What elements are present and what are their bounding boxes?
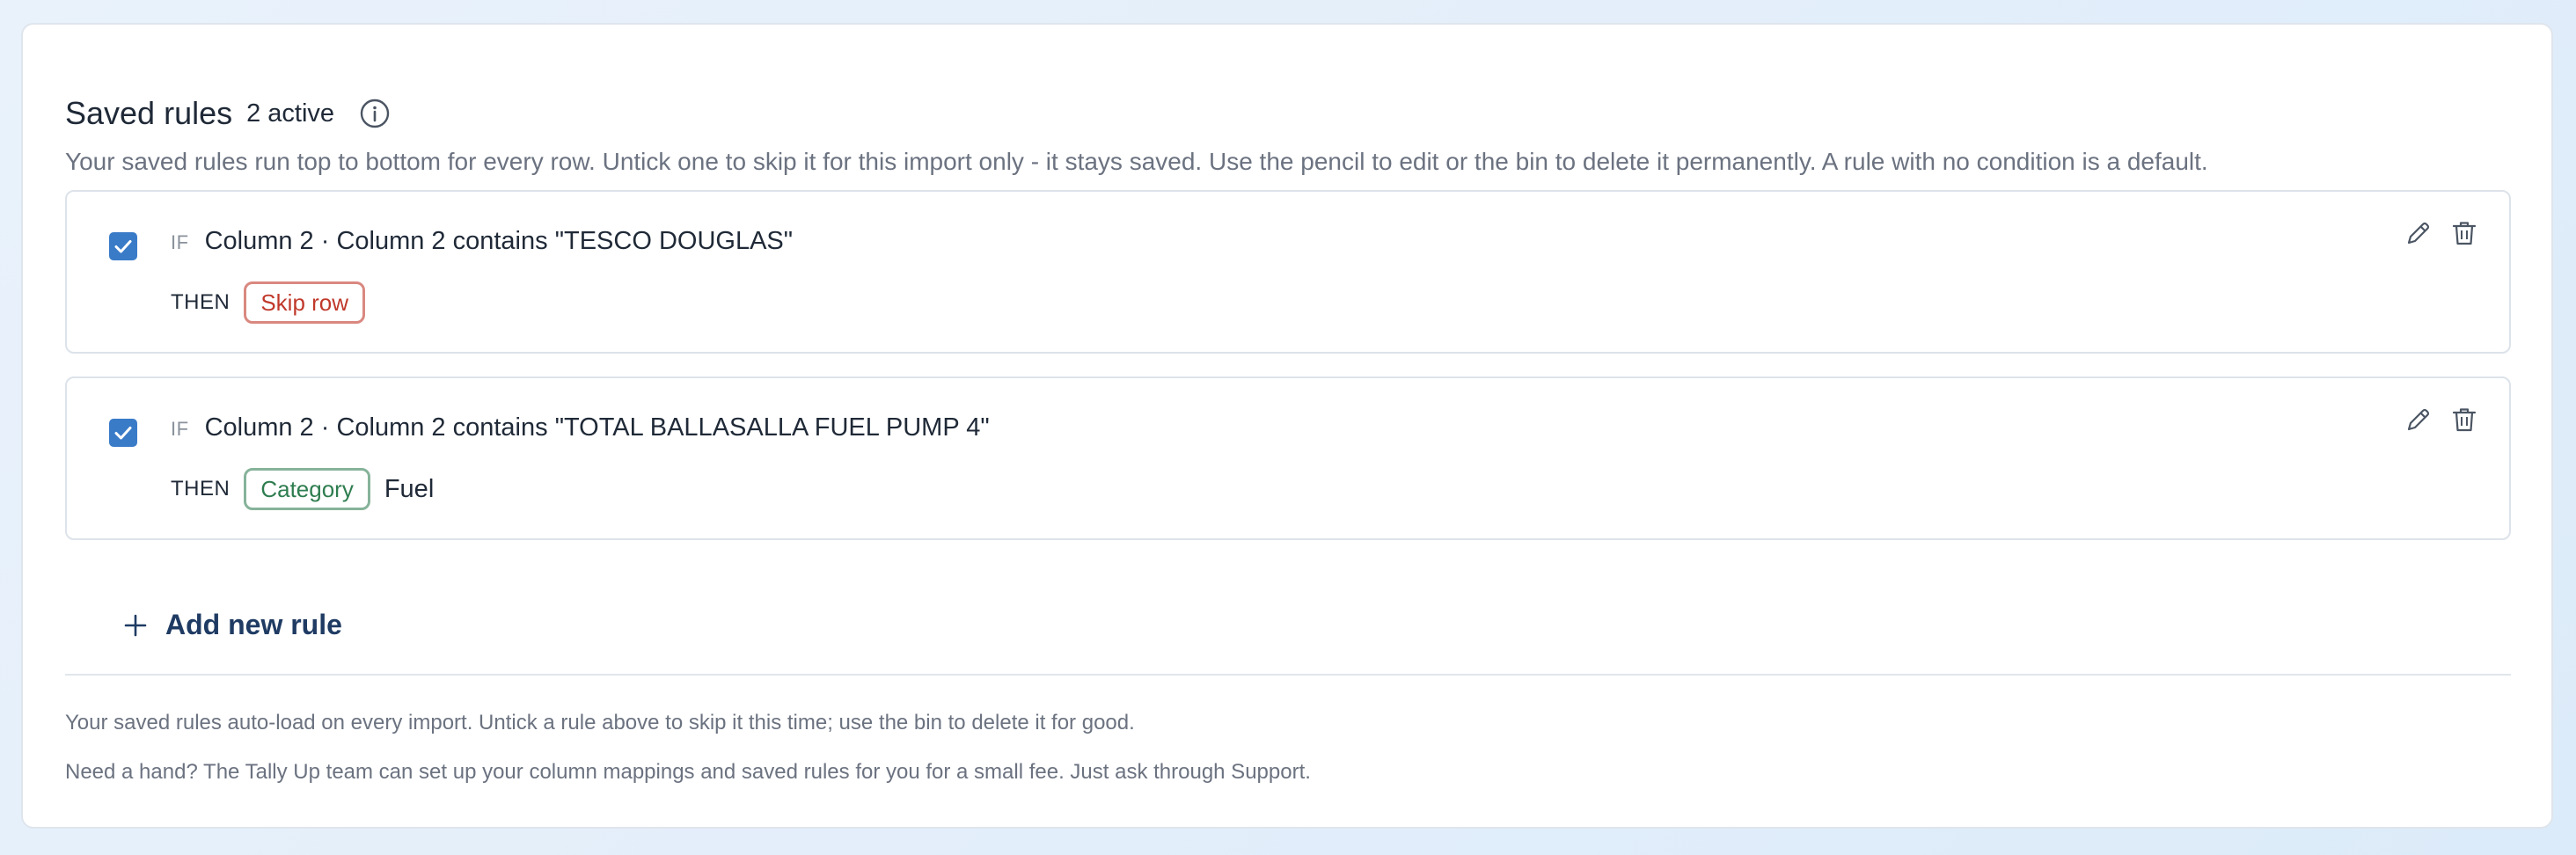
rule-card: IF Column 2 · Column 2 contains "TESCO D… (65, 190, 2511, 354)
rule-condition-line: IF Column 2 · Column 2 contains "TESCO D… (171, 227, 793, 256)
rule-condition: Column 2 · Column 2 contains "TESCO DOUG… (204, 227, 794, 255)
check-icon (114, 240, 132, 253)
plus-icon (123, 613, 148, 638)
rule-actions (2404, 405, 2479, 435)
section-description: Your saved rules run top to bottom for e… (65, 148, 2208, 175)
rule-condition-line: IF Column 2 · Column 2 contains "TOTAL B… (171, 413, 990, 442)
trash-icon[interactable] (2449, 218, 2479, 248)
if-keyword: IF (171, 418, 189, 440)
divider (65, 674, 2511, 676)
footer-note-autoload: Your saved rules auto-load on every impo… (65, 711, 1135, 734)
then-keyword: THEN (171, 290, 231, 314)
rule-enabled-checkbox[interactable] (109, 232, 137, 260)
add-new-rule-label: Add new rule (165, 609, 342, 640)
rule-condition: Column 2 · Column 2 contains "TOTAL BALL… (204, 413, 990, 442)
trash-icon[interactable] (2449, 405, 2479, 435)
rule-action-line: THEN Skip row (171, 281, 366, 324)
pencil-icon[interactable] (2404, 405, 2433, 435)
add-new-rule-button[interactable]: Add new rule (123, 609, 342, 641)
action-pill-category: Category (244, 468, 370, 510)
check-icon (114, 427, 132, 440)
pencil-icon[interactable] (2404, 218, 2433, 248)
rule-action-line: THEN Category Fuel (171, 468, 434, 510)
footer-note-support: Need a hand? The Tally Up team can set u… (65, 760, 1311, 784)
rule-actions (2404, 218, 2479, 248)
rule-card: IF Column 2 · Column 2 contains "TOTAL B… (65, 376, 2511, 540)
then-keyword: THEN (171, 477, 231, 501)
info-icon[interactable] (359, 98, 391, 129)
action-pill-skip-row: Skip row (244, 281, 366, 324)
if-keyword: IF (171, 231, 189, 253)
rule-enabled-checkbox[interactable] (109, 419, 137, 447)
saved-rules-card: Saved rules 2 active Your saved rules ru… (21, 23, 2553, 829)
section-title: Saved rules (65, 95, 233, 131)
active-count: 2 active (246, 99, 335, 128)
saved-rules-header: Saved rules 2 active (65, 95, 391, 132)
action-value: Fuel (384, 474, 435, 503)
